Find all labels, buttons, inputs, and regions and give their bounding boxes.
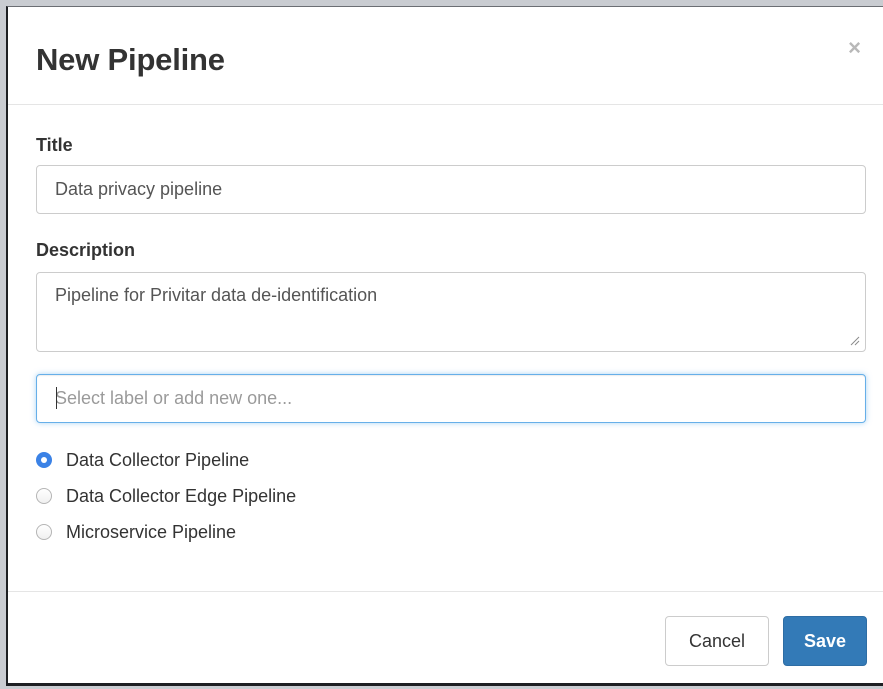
radio-label: Data Collector Pipeline [66,449,250,470]
radio-data-collector-pipeline[interactable]: Data Collector Pipeline [36,447,249,473]
radio-data-collector-edge-pipeline[interactable]: Data Collector Edge Pipeline [36,483,296,509]
dialog-footer: Cancel Save [8,591,883,684]
description-textarea[interactable]: Pipeline for Privitar data de-identifica… [36,272,866,352]
title-input[interactable] [36,165,866,214]
new-pipeline-dialog: New Pipeline × Title Description Pipelin… [6,6,883,686]
labels-input[interactable] [36,374,866,423]
close-icon[interactable]: × [848,37,861,59]
dialog-title: New Pipeline [36,42,225,77]
title-label: Title [36,135,73,155]
radio-label: Microservice Pipeline [66,521,237,542]
radio-unchecked-icon[interactable] [36,524,52,540]
description-label: Description [36,240,136,260]
radio-checked-icon[interactable] [36,452,52,468]
text-cursor [56,387,57,409]
radio-label: Data Collector Edge Pipeline [66,485,297,506]
screen-background: New Pipeline × Title Description Pipelin… [0,0,883,689]
save-button[interactable]: Save [783,616,867,666]
cancel-button[interactable]: Cancel [665,616,769,666]
radio-microservice-pipeline[interactable]: Microservice Pipeline [36,519,236,545]
resize-handle-icon[interactable] [848,334,860,346]
dialog-header: New Pipeline × [8,7,883,105]
radio-unchecked-icon[interactable] [36,488,52,504]
